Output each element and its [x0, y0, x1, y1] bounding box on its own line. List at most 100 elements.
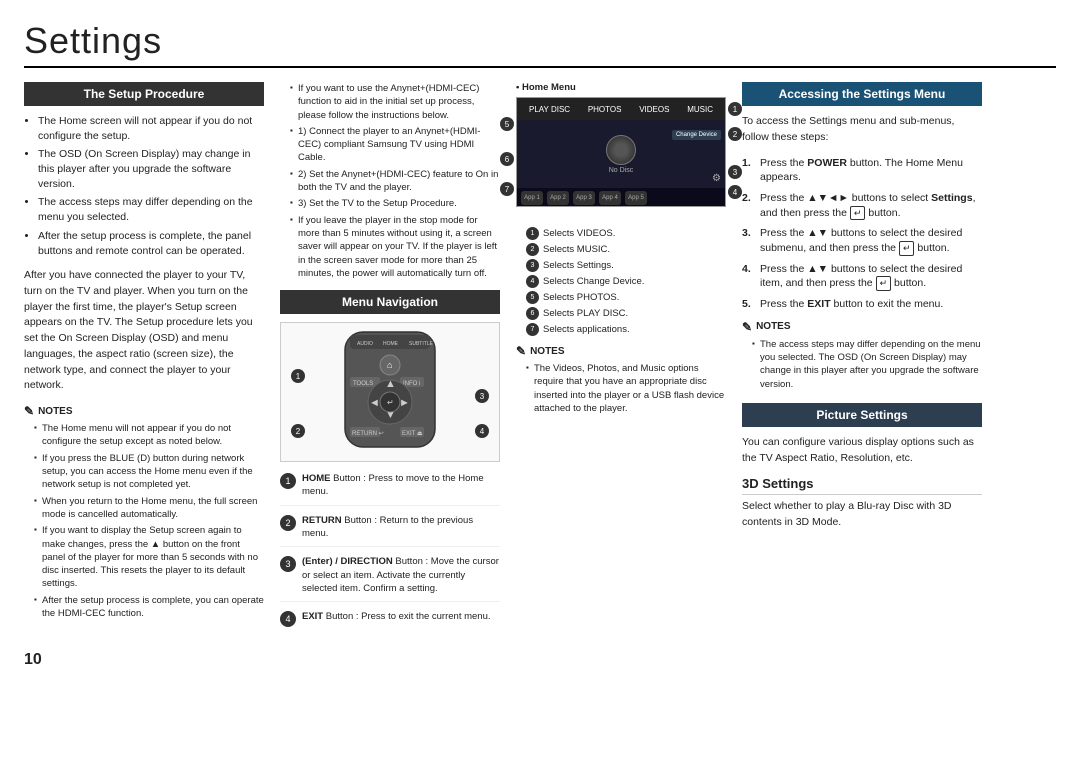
- setup-note-2: If you press the BLUE (D) button during …: [34, 452, 264, 492]
- tv-app-1: App 1: [521, 191, 543, 205]
- col3-note-1: The Videos, Photos, and Music options re…: [526, 362, 726, 415]
- tv-screenshot-container: 5 6 7 1 2 3 4 PLAY DISC PHOTOS VIDEOS MU…: [516, 97, 726, 207]
- 3d-settings-box: 3D Settings Select whether to play a Blu…: [742, 476, 982, 531]
- setup-notes: ✎ NOTES The Home menu will not appear if…: [24, 404, 264, 620]
- menu-item-1: 1 Selects VIDEOS.: [526, 227, 726, 240]
- remote-svg: AUDIO HOME SUBTITLE ⌂ TOOLS INFO i ▲ ▼: [325, 327, 455, 457]
- menu-navigation-header: Menu Navigation: [280, 290, 500, 314]
- tv-videos: VIDEOS: [633, 103, 675, 116]
- tv-disc-label: No Disc: [606, 167, 636, 174]
- svg-text:↵: ↵: [387, 398, 394, 407]
- accessing-step-1: 1. Press the POWER button. The Home Menu…: [742, 156, 982, 185]
- picture-settings-body: You can configure various display option…: [742, 435, 982, 467]
- tv-settings-gear: ⚙: [712, 173, 721, 184]
- tv-topbar: PLAY DISC PHOTOS VIDEOS MUSIC: [517, 98, 725, 120]
- col2-note-3: 2) Set the Anynet+(HDMI-CEC) feature to …: [290, 168, 500, 195]
- accessing-step-3: 3. Press the ▲▼ buttons to select the de…: [742, 226, 982, 255]
- setup-procedure-header: The Setup Procedure: [24, 82, 264, 106]
- menu-item-5: 5 Selects PHOTOS.: [526, 291, 726, 304]
- tv-app-5: App 5: [625, 191, 647, 205]
- accessing-steps: 1. Press the POWER button. The Home Menu…: [742, 156, 982, 312]
- accessing-notes: ✎ NOTES The access steps may differ depe…: [742, 320, 982, 391]
- tv-screenshot: PLAY DISC PHOTOS VIDEOS MUSIC No Disc Ch…: [516, 97, 726, 207]
- button-descriptions: 1 HOME Button : Press to move to the Hom…: [280, 472, 500, 633]
- tv-playdisk: PLAY DISC: [523, 103, 576, 116]
- page-title: Settings: [24, 20, 1056, 68]
- accessing-notes-title: ✎ NOTES: [742, 320, 982, 334]
- tv-app-2: App 2: [547, 191, 569, 205]
- accessing-notes-list: The access steps may differ depending on…: [742, 338, 982, 391]
- btn-num-3: 3: [280, 556, 296, 572]
- home-menu-label: • Home Menu: [516, 82, 726, 93]
- picture-settings-box: Picture Settings You can configure vario…: [742, 403, 982, 467]
- menu-items-list: 1 Selects VIDEOS. 2 Selects MUSIC. 3 Sel…: [526, 227, 726, 336]
- setup-notes-list: The Home menu will not appear if you do …: [24, 422, 264, 620]
- tv-music: MUSIC: [681, 103, 719, 116]
- accessing-settings-box: Accessing the Settings Menu To access th…: [742, 82, 982, 391]
- accessing-header: Accessing the Settings Menu: [742, 82, 982, 106]
- menu-item-6: 6 Selects PLAY DISC.: [526, 307, 726, 320]
- menu-item-3: 3 Selects Settings.: [526, 259, 726, 272]
- callout-r3: 3: [728, 165, 742, 179]
- callout-r1: 1: [728, 102, 742, 116]
- callout-r2: 2: [728, 127, 742, 141]
- 3d-settings-title: 3D Settings: [742, 476, 982, 495]
- accessing-step-5: 5. Press the EXIT button to exit the men…: [742, 297, 982, 312]
- setup-note-3: When you return to the Home menu, the fu…: [34, 495, 264, 522]
- col3-notes-list: The Videos, Photos, and Music options re…: [516, 362, 726, 415]
- tv-photos: PHOTOS: [582, 103, 628, 116]
- col2-note-4: 3) Set the TV to the Setup Procedure.: [290, 197, 500, 210]
- column-1: The Setup Procedure The Home screen will…: [24, 82, 264, 641]
- setup-bullet-4: After the setup process is complete, the…: [38, 229, 264, 258]
- btn-return-text: RETURN Button : Return to the previous m…: [302, 514, 500, 541]
- callout-5: 5: [500, 117, 514, 131]
- notes-icon: ✎: [24, 404, 34, 418]
- svg-text:⌂: ⌂: [387, 360, 392, 370]
- tv-content: No Disc Change Device ⚙: [517, 120, 725, 188]
- page-number: 10: [24, 651, 1056, 669]
- btn-desc-exit: 4 EXIT Button : Press to exit the curren…: [280, 610, 500, 633]
- btn-desc-home: 1 HOME Button : Press to move to the Hom…: [280, 472, 500, 506]
- picture-settings-header: Picture Settings: [742, 403, 982, 427]
- 3d-settings-body: Select whether to play a Blu-ray Disc wi…: [742, 499, 982, 531]
- accessing-step-4: 4. Press the ▲▼ buttons to select the de…: [742, 262, 982, 291]
- svg-text:RETURN ↩: RETURN ↩: [352, 431, 384, 437]
- callout-7: 7: [500, 182, 514, 196]
- setup-bullet-2: The OSD (On Screen Display) may change i…: [38, 147, 264, 191]
- callout-2: 2: [291, 424, 305, 438]
- btn-desc-enter: 3 (Enter) / DIRECTION Button : Move the …: [280, 555, 500, 602]
- btn-exit-text: EXIT Button : Press to exit the current …: [302, 610, 491, 623]
- tv-bottombar: App 1 App 2 App 3 App 4 App 5: [517, 188, 725, 207]
- callout-1: 1: [291, 369, 305, 383]
- btn-enter-text: (Enter) / DIRECTION Button : Move the cu…: [302, 555, 500, 595]
- callout-4: 4: [475, 424, 489, 438]
- svg-text:AUDIO: AUDIO: [357, 341, 373, 347]
- svg-text:▲: ▲: [385, 378, 396, 390]
- setup-bullets: The Home screen will not appear if you d…: [24, 114, 264, 258]
- btn-num-1: 1: [280, 473, 296, 489]
- setup-note-5: After the setup process is complete, you…: [34, 594, 264, 621]
- svg-text:►: ►: [399, 397, 410, 409]
- svg-text:TOOLS: TOOLS: [353, 381, 373, 387]
- callout-6: 6: [500, 152, 514, 166]
- menu-item-2: 2 Selects MUSIC.: [526, 243, 726, 256]
- col3-notes-title: ✎ NOTES: [516, 344, 726, 358]
- svg-text:SUBTITLE: SUBTITLE: [409, 341, 434, 347]
- btn-num-2: 2: [280, 515, 296, 531]
- col2-upper-notes: If you want to use the Anynet+(HDMI-CEC)…: [280, 82, 500, 280]
- menu-item-4: 4 Selects Change Device.: [526, 275, 726, 288]
- setup-note-1: The Home menu will not appear if you do …: [34, 422, 264, 449]
- tv-change-device: Change Device: [672, 130, 721, 140]
- column-3: • Home Menu 5 6 7 1 2 3 4 PLAY DISC PHOT…: [516, 82, 726, 641]
- menu-item-7: 7 Selects applications.: [526, 323, 726, 336]
- tv-app-3: App 3: [573, 191, 595, 205]
- btn-num-4: 4: [280, 611, 296, 627]
- btn-home-text: HOME Button : Press to move to the Home …: [302, 472, 500, 499]
- btn-desc-return: 2 RETURN Button : Return to the previous…: [280, 514, 500, 548]
- callout-r4: 4: [728, 185, 742, 199]
- svg-text:◄: ◄: [369, 397, 380, 409]
- tv-app-4: App 4: [599, 191, 621, 205]
- setup-bullet-3: The access steps may differ depending on…: [38, 195, 264, 224]
- svg-text:EXIT ⏏: EXIT ⏏: [402, 431, 423, 437]
- remote-diagram: AUDIO HOME SUBTITLE ⌂ TOOLS INFO i ▲ ▼: [280, 322, 500, 462]
